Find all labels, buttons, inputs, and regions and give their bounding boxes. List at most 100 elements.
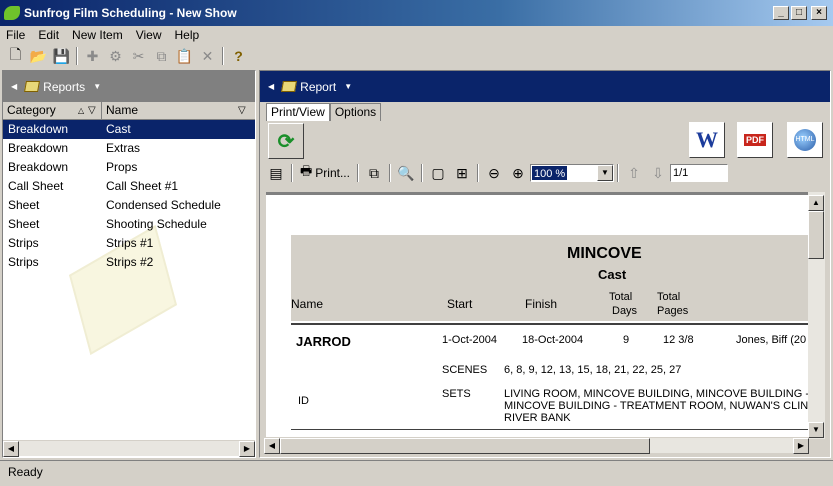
export-pdf-button[interactable]: PDF [737,122,773,158]
cut-icon[interactable]: ✂ [127,45,150,67]
horizontal-scrollbar[interactable]: ◀ ▶ [3,440,255,457]
toolbar-separator [356,164,359,182]
report-dropdown-label: Report [300,79,337,94]
entry-rule [291,429,813,430]
scenes-label: SCENES [442,364,488,376]
reports-column-header: Category △ ▽ Name ▽ [3,102,255,120]
scroll-thumb[interactable] [808,211,824,259]
html-icon: HTML [794,129,816,151]
export-html-button[interactable]: HTML [787,122,823,158]
list-item[interactable]: Breakdown Extras [3,139,255,158]
list-item[interactable]: Strips Strips #1 [3,234,255,253]
entry-finish: 18-Oct-2004 [522,334,584,346]
new-file-icon[interactable]: 🗋 [4,45,27,67]
name-column-label: Name [106,103,139,117]
list-item[interactable]: Sheet Condensed Schedule [3,196,255,215]
close-button[interactable]: × [811,6,827,20]
pane-collapse-icon[interactable]: ◀ [268,82,274,91]
refresh-button[interactable]: ⟳ [268,123,304,159]
id-label: ID [298,395,309,407]
name-column-header[interactable]: Name ▽ [102,102,251,119]
open-folder-icon[interactable]: 📂 [27,45,50,67]
category-column-label: Category [7,103,56,117]
tab-print-view[interactable]: Print/View [266,103,330,121]
scroll-left-icon[interactable]: ◀ [264,438,280,454]
scroll-right-icon[interactable]: ▶ [793,438,809,454]
pdf-icon: PDF [744,134,766,146]
entry-start: 1-Oct-2004 [442,334,498,346]
title-bar: Sunfrog Film Scheduling - New Show _ □ × [0,0,833,26]
zoom-select[interactable]: 100 % ▼ [529,164,614,182]
page-up-icon[interactable]: ⇧ [622,162,646,184]
row-name: Condensed Schedule [106,198,221,212]
zoom-in-icon[interactable]: ⊕ [506,162,530,184]
scroll-left-icon[interactable]: ◀ [3,441,19,457]
col-days-header-2: Days [612,305,638,317]
row-category: Sheet [8,198,40,212]
list-item[interactable]: Sheet Shooting Schedule [3,215,255,234]
reports-icon [24,81,41,92]
category-column-header[interactable]: Category △ ▽ [3,102,102,119]
tab-options[interactable]: Options [329,103,382,121]
minimize-button[interactable]: _ [773,6,789,20]
horizontal-scrollbar[interactable]: ◀ ▶ [264,437,809,454]
copy-icon[interactable]: ⧉ [150,45,173,67]
list-item[interactable]: Breakdown Props [3,158,255,177]
col-name-header: Name [291,297,324,311]
page-input[interactable]: 1/1 [669,164,728,182]
menu-help[interactable]: Help [169,28,207,42]
dropdown-arrow-icon: ▼ [93,82,102,91]
app-logo-icon [4,6,20,20]
chevron-down-icon[interactable]: ▼ [596,165,613,181]
row-category: Call Sheet [8,179,64,193]
menu-edit[interactable]: Edit [32,28,66,42]
single-page-icon[interactable]: ▢ [426,162,450,184]
scroll-down-icon[interactable]: ▼ [808,422,824,438]
row-name: Call Sheet #1 [106,179,179,193]
scroll-thumb[interactable] [280,438,650,454]
report-pane: ◀ Report ▼ Print/View Options ⟳ W PDF HT… [259,70,831,458]
export-word-button[interactable]: W [689,122,725,158]
scroll-right-icon[interactable]: ▶ [239,441,255,457]
vertical-scrollbar[interactable]: ▲ ▼ [808,192,825,439]
copy-icon[interactable]: ⧉ [362,162,386,184]
main-toolbar: 🗋 📂 💾 ✚ ⚙ ✂ ⧉ 📋 ✕ ? [0,43,833,69]
row-category: Breakdown [8,141,69,155]
report-tabs: Print/View Options [260,103,830,121]
header-rule [291,323,813,325]
sets-line-3: RIVER BANK [504,412,571,424]
sort-asc-icon: △ [78,106,85,115]
pane-collapse-icon[interactable]: ◀ [11,82,17,91]
delete-icon[interactable]: ✕ [196,45,219,67]
save-icon[interactable]: 💾 [50,45,73,67]
window-title: Sunfrog Film Scheduling - New Show [24,6,237,20]
row-category: Breakdown [8,160,69,174]
page-down-icon[interactable]: ⇩ [646,162,670,184]
printer-icon: 🖶 [300,163,313,178]
help-icon[interactable]: ? [227,45,250,67]
filter-icon[interactable]: ▽ [88,102,96,119]
zoom-out-icon[interactable]: ⊖ [482,162,506,184]
tree-toggle-icon[interactable]: ▤ [264,162,288,184]
report-dropdown[interactable]: Report ▼ [281,79,352,94]
find-icon[interactable]: 🔍 [394,162,418,184]
multi-page-icon[interactable]: ⊞ [450,162,474,184]
list-item[interactable]: Breakdown Cast [3,120,255,139]
col-start-header: Start [447,297,473,311]
toolbar-separator [476,164,479,182]
properties-icon[interactable]: ⚙ [104,45,127,67]
filter-icon[interactable]: ▽ [238,102,246,119]
paste-icon[interactable]: 📋 [173,45,196,67]
menu-view[interactable]: View [130,28,169,42]
entry-name: JARROD [296,334,351,349]
print-button[interactable]: 🖶 Print... [296,162,354,184]
scroll-up-icon[interactable]: ▲ [808,195,824,211]
list-item[interactable]: Call Sheet Call Sheet #1 [3,177,255,196]
menu-new-item[interactable]: New Item [66,28,130,42]
menu-file[interactable]: File [0,28,32,42]
add-icon[interactable]: ✚ [81,45,104,67]
list-item[interactable]: Strips Strips #2 [3,253,255,272]
maximize-button[interactable]: □ [791,6,807,20]
col-days-header-1: Total [609,291,633,303]
reports-dropdown[interactable]: Reports ▼ [24,80,102,94]
